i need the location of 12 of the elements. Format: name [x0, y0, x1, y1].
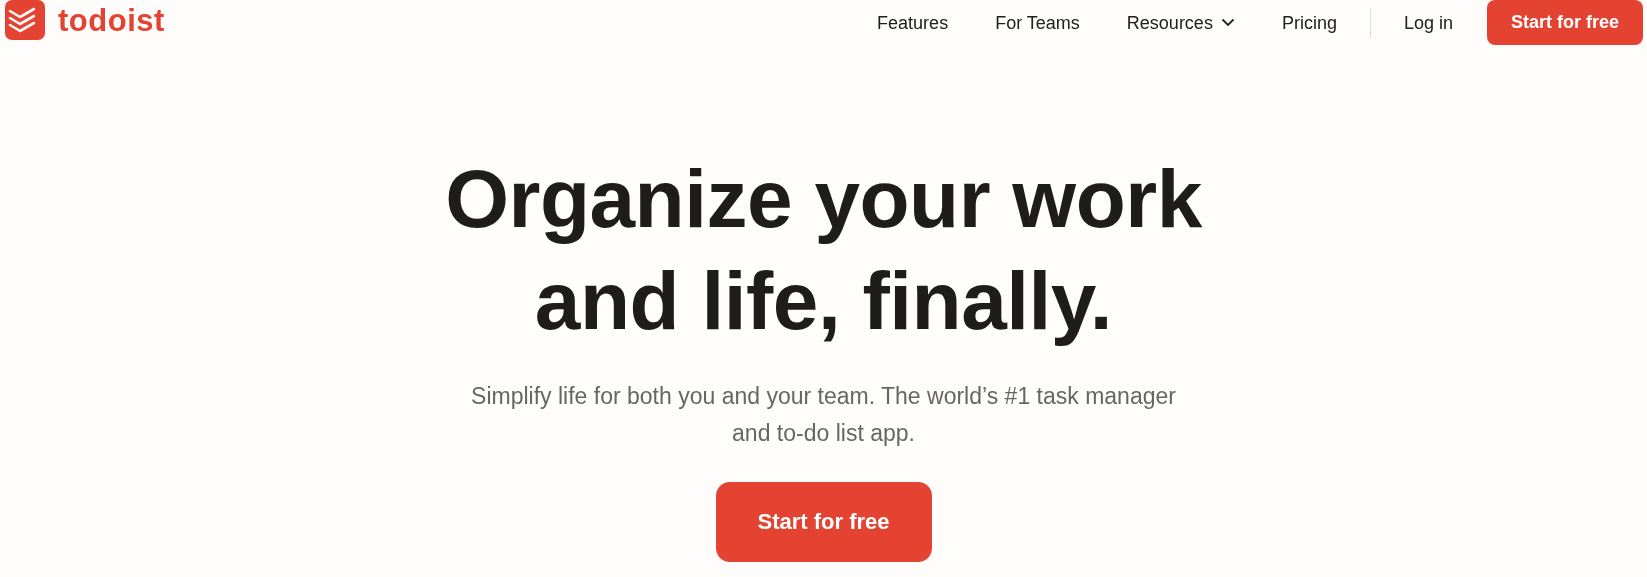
nav-dropdown[interactable]: Resources [1126, 13, 1235, 32]
nav-link[interactable]: Pricing [1281, 13, 1337, 32]
start-button[interactable]: Start for free [1486, 0, 1643, 45]
subtitle: Simplify life for both you and your team. The world’s #1 task manager and to-do list app. [470, 382, 1177, 448]
logo-icon[interactable] [5, 0, 45, 40]
headline: Organize your work and life, finally. [445, 152, 1202, 348]
logo-wordmark[interactable]: todoist [58, 4, 165, 36]
chevron-icon [1220, 18, 1235, 27]
login-link[interactable]: Log in [1403, 13, 1453, 32]
start-button[interactable]: Start for free [715, 482, 932, 562]
nav-link[interactable]: Features [877, 13, 949, 32]
nav-link[interactable]: For Teams [995, 13, 1080, 32]
